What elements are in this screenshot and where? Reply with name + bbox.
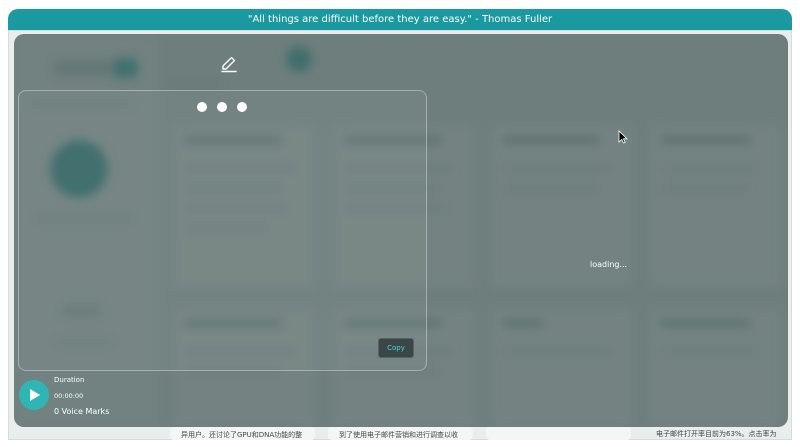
voice-marks-count: 0 Voice Marks — [54, 407, 110, 416]
duration-label: Duration — [54, 376, 85, 384]
pencil-icon[interactable] — [220, 55, 238, 73]
typing-dot — [217, 102, 227, 112]
card-snippet: 到了使用电子邮件营销和进行调查以收 — [339, 431, 458, 439]
card-snippet: 电子邮件打开率目前为63%。点击率为 — [656, 430, 777, 438]
play-button[interactable] — [19, 380, 49, 410]
typing-indicator — [197, 102, 247, 114]
duration-value: 00:00:00 — [54, 392, 84, 400]
typing-dot — [237, 102, 247, 112]
bottom-card — [486, 427, 631, 440]
copy-button[interactable]: Copy — [378, 338, 414, 358]
transcript-panel — [18, 90, 427, 371]
quote-banner: "All things are difficult before they ar… — [8, 9, 792, 30]
play-icon — [30, 389, 40, 401]
loading-text: loading... — [590, 260, 628, 269]
typing-dot — [197, 102, 207, 112]
card-snippet: 异用户。还讨论了GPU和DNA功能的整 — [181, 431, 303, 439]
cursor-icon — [618, 130, 628, 144]
